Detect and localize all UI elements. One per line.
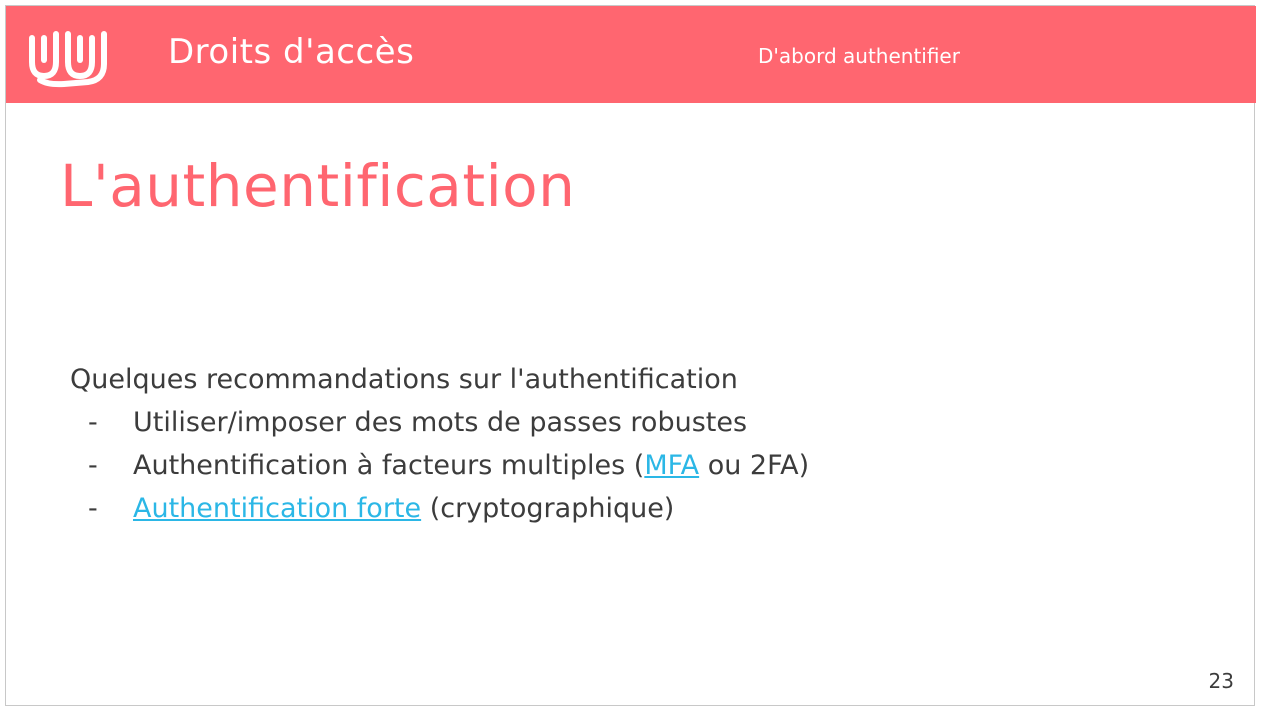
- bullet-text-suffix: ou 2FA): [699, 450, 810, 481]
- bullet-text: Utiliser/imposer des mots de passes robu…: [133, 407, 748, 438]
- page-title: L'authentification: [60, 152, 576, 220]
- wavy-lines-logo-icon: [29, 31, 107, 88]
- slide-content: Quelques recommandations sur l'authentif…: [70, 362, 1070, 534]
- bullet-dash: -: [88, 407, 98, 438]
- list-item: - Utiliser/imposer des mots de passes ro…: [70, 405, 1070, 448]
- bullet-text-prefix: Authentification à facteurs multiples (: [133, 450, 645, 481]
- header-banner: Droits d'accès D'abord authentifier: [6, 6, 1256, 103]
- list-item: - Authentification à facteurs multiples …: [70, 448, 1070, 491]
- strong-authentication-link[interactable]: Authentification forte: [133, 493, 421, 524]
- section-subtitle: D'abord authentifier: [758, 44, 960, 68]
- bullet-dash: -: [88, 450, 98, 481]
- list-item: - Authentification forte (cryptographiqu…: [70, 491, 1070, 534]
- mfa-link[interactable]: MFA: [644, 450, 699, 481]
- bullet-list: - Utiliser/imposer des mots de passes ro…: [70, 405, 1070, 534]
- bullet-text-suffix: (cryptographique): [421, 493, 675, 524]
- intro-text: Quelques recommandations sur l'authentif…: [70, 364, 738, 395]
- page-number: 23: [1208, 669, 1234, 693]
- section-title: Droits d'accès: [168, 32, 415, 72]
- slide: Droits d'accès D'abord authentifier L'au…: [5, 5, 1256, 706]
- bullet-dash: -: [88, 493, 98, 524]
